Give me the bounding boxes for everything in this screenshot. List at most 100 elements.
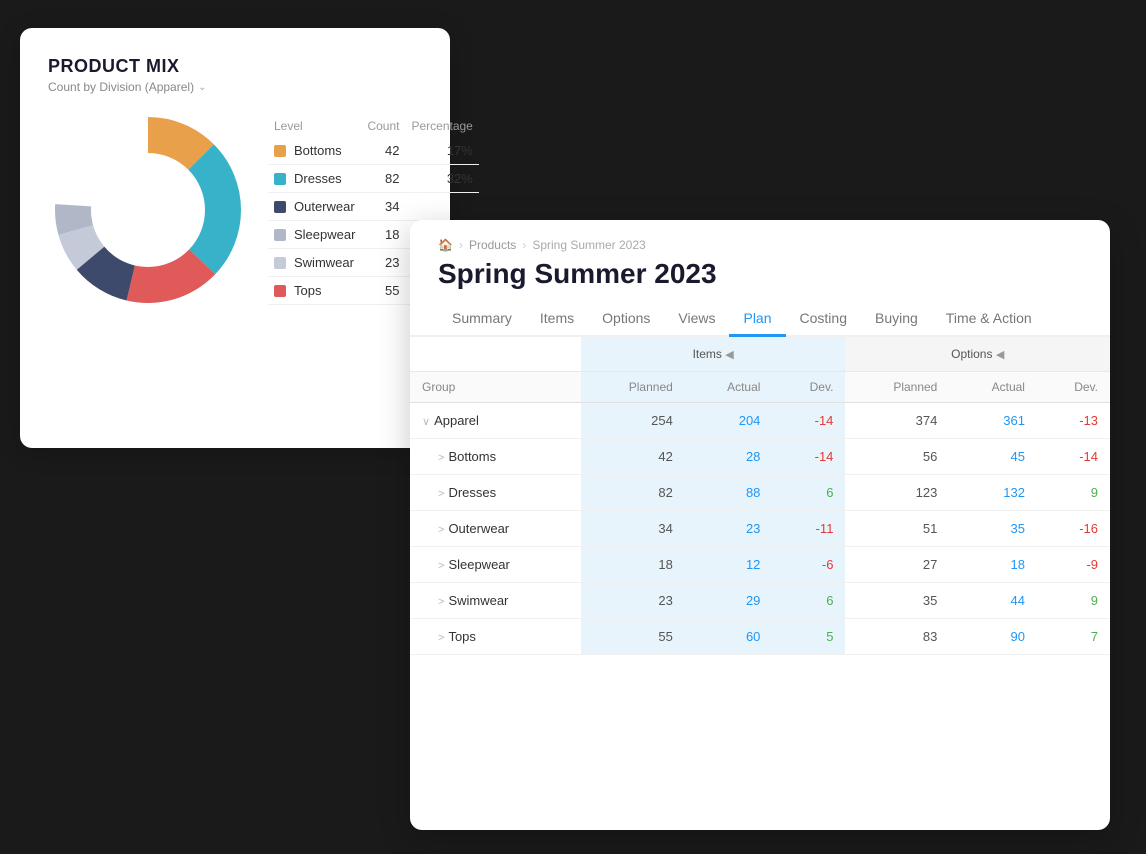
legend-count: 34 [361,193,405,221]
options-actual-cell: 45 [949,439,1037,475]
product-mix-card: PRODUCT MIX Count by Division (Apparel) … [20,28,450,448]
options-actual-cell: 18 [949,547,1037,583]
expand-icon[interactable]: > [438,632,444,644]
tab-options[interactable]: Options [588,302,664,337]
plan-table-wrapper: Items ◀ Options ◀ Group Planned Actual D… [410,337,1110,830]
legend-label: Outerwear [268,193,361,220]
page-title: Spring Summer 2023 [410,252,1110,290]
items-planned-cell: 34 [581,511,685,547]
items-dev-cell: -11 [772,511,845,547]
options-actual-cell: 90 [949,619,1037,655]
legend-pct [405,193,478,221]
table-row: >Tops 55 60 5 83 90 7 [410,619,1110,655]
row-label[interactable]: >Outerwear [410,511,581,547]
legend-label: Sleepwear [268,221,361,248]
expand-icon[interactable]: > [438,452,444,464]
items-dev-cell: -6 [772,547,845,583]
options-dev-cell: -13 [1037,403,1110,439]
items-planned-cell: 18 [581,547,685,583]
options-dev-cell: 7 [1037,619,1110,655]
options-planned-cell: 374 [845,403,949,439]
legend-color-dot [274,285,286,297]
sub-col-items-actual: Actual [685,372,773,403]
tab-plan[interactable]: Plan [729,302,785,337]
expand-icon[interactable]: ∨ [422,415,430,428]
legend-col-count: Count [361,115,405,137]
items-planned-cell: 23 [581,583,685,619]
main-panel: 🏠 › Products › Spring Summer 2023 Spring… [410,220,1110,830]
items-dev-cell: -14 [772,439,845,475]
items-planned-cell: 42 [581,439,685,475]
items-dev-cell: 6 [772,583,845,619]
items-actual-cell: 204 [685,403,773,439]
expand-icon[interactable]: > [438,560,444,572]
breadcrumb-current: Spring Summer 2023 [532,238,645,252]
expand-icon[interactable]: > [438,596,444,608]
options-planned-cell: 83 [845,619,949,655]
row-label[interactable]: >Tops [410,619,581,655]
legend-row: Dresses 82 32% [268,165,479,193]
table-row: >Bottoms 42 28 -14 56 45 -14 [410,439,1110,475]
expand-icon[interactable]: > [438,488,444,500]
breadcrumb: 🏠 › Products › Spring Summer 2023 [410,220,1110,252]
items-actual-cell: 23 [685,511,773,547]
sub-col-items-planned: Planned [581,372,685,403]
items-planned-cell: 82 [581,475,685,511]
col-group [410,337,581,372]
items-planned-cell: 55 [581,619,685,655]
items-actual-cell: 88 [685,475,773,511]
sub-col-options-planned: Planned [845,372,949,403]
plan-table: Items ◀ Options ◀ Group Planned Actual D… [410,337,1110,655]
tab-time-and-action[interactable]: Time & Action [932,302,1046,337]
sub-col-items-dev: Dev. [772,372,845,403]
legend-col-pct: Percentage [405,115,478,137]
home-icon[interactable]: 🏠 [438,238,453,252]
items-dev-cell: 5 [772,619,845,655]
items-dev-cell: -14 [772,403,845,439]
options-group-header[interactable]: Options ◀ [845,337,1110,372]
items-collapse-icon[interactable]: ◀ [725,349,733,361]
product-mix-subtitle: Count by Division (Apparel) ⌄ [48,80,422,94]
legend-label: Tops [268,277,361,304]
options-dev-cell: -9 [1037,547,1110,583]
expand-icon[interactable]: > [438,524,444,536]
row-label[interactable]: ∨Apparel [410,403,581,439]
table-row: >Dresses 82 88 6 123 132 9 [410,475,1110,511]
chevron-down-icon[interactable]: ⌄ [198,82,206,93]
tab-items[interactable]: Items [526,302,588,337]
row-label[interactable]: >Dresses [410,475,581,511]
sub-col-options-actual: Actual [949,372,1037,403]
legend-label: Bottoms [268,137,361,164]
legend-color-dot [274,145,286,157]
table-row: ∨Apparel 254 204 -14 374 361 -13 [410,403,1110,439]
options-dev-cell: 9 [1037,475,1110,511]
breadcrumb-products[interactable]: Products [469,238,516,252]
options-actual-cell: 361 [949,403,1037,439]
options-planned-cell: 51 [845,511,949,547]
legend-color-dot [274,173,286,185]
tab-summary[interactable]: Summary [438,302,526,337]
legend-count: 18 [361,221,405,249]
tab-views[interactable]: Views [664,302,729,337]
row-label[interactable]: >Bottoms [410,439,581,475]
legend-count: 55 [361,277,405,305]
items-planned-cell: 254 [581,403,685,439]
table-sub-header: Group Planned Actual Dev. Planned Actual… [410,372,1110,403]
chart-area: Level Count Percentage Bottoms 42 17% Dr… [48,110,422,310]
legend-label: Swimwear [268,249,361,276]
tab-buying[interactable]: Buying [861,302,932,337]
legend-color-dot [274,229,286,241]
row-label[interactable]: >Swimwear [410,583,581,619]
options-planned-cell: 56 [845,439,949,475]
tab-costing[interactable]: Costing [786,302,861,337]
sub-col-group: Group [410,372,581,403]
row-label[interactable]: >Sleepwear [410,547,581,583]
legend-pct: 17% [405,137,478,165]
legend-count: 82 [361,165,405,193]
items-group-header[interactable]: Items ◀ [581,337,846,372]
items-actual-cell: 12 [685,547,773,583]
table-group-header: Items ◀ Options ◀ [410,337,1110,372]
sub-col-options-dev: Dev. [1037,372,1110,403]
legend-row: Outerwear 34 [268,193,479,221]
options-collapse-icon[interactable]: ◀ [996,349,1004,361]
